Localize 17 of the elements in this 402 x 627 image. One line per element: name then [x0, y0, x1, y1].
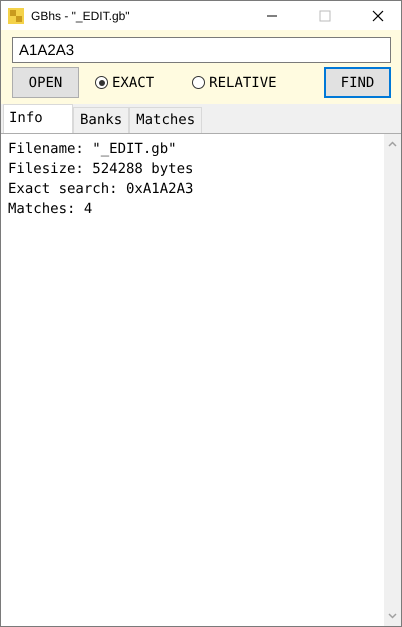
- radio-button[interactable]: [95, 76, 108, 89]
- app-icon: [8, 8, 24, 24]
- output-line: Exact search: 0xA1A2A3: [8, 180, 194, 199]
- tab[interactable]: Info: [3, 104, 73, 133]
- radio-button[interactable]: [192, 76, 206, 89]
- close-icon[interactable]: [372, 10, 384, 22]
- radio-label[interactable]: RELATIVE: [209, 74, 277, 90]
- output-line: Matches: 4: [8, 200, 94, 219]
- action-button[interactable]: OPEN: [12, 67, 79, 98]
- output-line: Filename: "_EDIT.gb": [8, 140, 178, 159]
- action-button[interactable]: FIND: [324, 67, 391, 98]
- radio-label[interactable]: EXACT: [112, 74, 154, 90]
- window-title: GBhs - "_EDIT.gb": [31, 8, 130, 22]
- output-line: Filesize: 524288 bytes: [8, 160, 194, 179]
- tab[interactable]: Matches: [129, 107, 202, 133]
- tab[interactable]: Banks: [73, 107, 130, 133]
- search-field[interactable]: A1A2A3: [12, 37, 391, 63]
